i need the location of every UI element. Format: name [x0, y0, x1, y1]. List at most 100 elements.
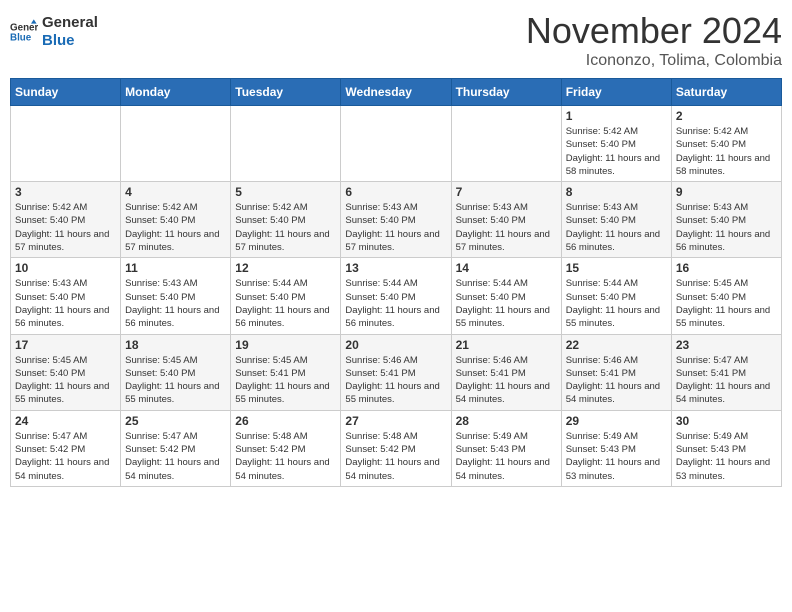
calendar-cell: 15Sunrise: 5:44 AM Sunset: 5:40 PM Dayli… — [561, 258, 671, 334]
day-detail: Sunrise: 5:43 AM Sunset: 5:40 PM Dayligh… — [15, 277, 116, 330]
day-detail: Sunrise: 5:42 AM Sunset: 5:40 PM Dayligh… — [676, 125, 777, 178]
day-detail: Sunrise: 5:44 AM Sunset: 5:40 PM Dayligh… — [345, 277, 446, 330]
day-number: 25 — [125, 414, 226, 428]
calendar-cell — [11, 106, 121, 182]
calendar-cell: 5Sunrise: 5:42 AM Sunset: 5:40 PM Daylig… — [231, 182, 341, 258]
weekday-header: Monday — [121, 79, 231, 106]
calendar-cell: 22 Sunrise: 5:46 AM Sunset: 5:41 PM Dayli… — [561, 334, 671, 410]
day-number: 14 — [456, 261, 557, 275]
logo-general: General — [42, 14, 98, 32]
svg-text:Blue: Blue — [10, 32, 32, 43]
month-title: November 2024 — [526, 10, 782, 52]
day-detail: Sunrise: 5:44 AM Sunset: 5:40 PM Dayligh… — [235, 277, 336, 330]
day-number: 30 — [676, 414, 777, 428]
calendar-cell — [341, 106, 451, 182]
location-title: Icononzo, Tolima, Colombia — [526, 52, 782, 70]
day-number: 21 — [456, 338, 557, 352]
calendar-cell: 21 Sunrise: 5:46 AM Sunset: 5:41 PM Dayli… — [451, 334, 561, 410]
day-number: 29 — [566, 414, 667, 428]
day-detail: Sunrise: 5:46 AM Sunset: 5:41 PM Dayligh… — [566, 354, 667, 407]
day-detail: Sunrise: 5:47 AM Sunset: 5:41 PM Dayligh… — [676, 354, 777, 407]
day-detail: Sunrise: 5:42 AM Sunset: 5:40 PM Dayligh… — [566, 125, 667, 178]
day-detail: Sunrise: 5:43 AM Sunset: 5:40 PM Dayligh… — [345, 201, 446, 254]
day-number: 11 — [125, 261, 226, 275]
day-number: 2 — [676, 109, 777, 123]
day-number: 8 — [566, 185, 667, 199]
calendar-cell: 28 Sunrise: 5:49 AM Sunset: 5:43 PM Dayli… — [451, 410, 561, 486]
day-number: 15 — [566, 261, 667, 275]
calendar-cell: 24 Sunrise: 5:47 AM Sunset: 5:42 PM Dayli… — [11, 410, 121, 486]
day-detail: Sunrise: 5:48 AM Sunset: 5:42 PM Dayligh… — [345, 430, 446, 483]
logo-blue: Blue — [42, 32, 98, 50]
day-detail: Sunrise: 5:47 AM Sunset: 5:42 PM Dayligh… — [15, 430, 116, 483]
day-detail: Sunrise: 5:45 AM Sunset: 5:40 PM Dayligh… — [15, 354, 116, 407]
day-number: 1 — [566, 109, 667, 123]
day-detail: Sunrise: 5:42 AM Sunset: 5:40 PM Dayligh… — [125, 201, 226, 254]
calendar-cell: 25 Sunrise: 5:47 AM Sunset: 5:42 PM Dayli… — [121, 410, 231, 486]
calendar-week-row: 24 Sunrise: 5:47 AM Sunset: 5:42 PM Dayli… — [11, 410, 782, 486]
day-detail: Sunrise: 5:43 AM Sunset: 5:40 PM Dayligh… — [566, 201, 667, 254]
title-area: November 2024 Icononzo, Tolima, Colombia — [526, 10, 782, 70]
day-number: 4 — [125, 185, 226, 199]
calendar-cell — [451, 106, 561, 182]
day-number: 13 — [345, 261, 446, 275]
logo: General Blue General Blue — [10, 14, 98, 50]
calendar-cell: 6 Sunrise: 5:43 AM Sunset: 5:40 PM Daylig… — [341, 182, 451, 258]
day-detail: Sunrise: 5:48 AM Sunset: 5:42 PM Dayligh… — [235, 430, 336, 483]
day-detail: Sunrise: 5:43 AM Sunset: 5:40 PM Dayligh… — [456, 201, 557, 254]
calendar-cell: 1 Sunrise: 5:42 AM Sunset: 5:40 PM Daylig… — [561, 106, 671, 182]
calendar-cell: 13 Sunrise: 5:44 AM Sunset: 5:40 PM Dayli… — [341, 258, 451, 334]
day-number: 20 — [345, 338, 446, 352]
day-detail: Sunrise: 5:47 AM Sunset: 5:42 PM Dayligh… — [125, 430, 226, 483]
calendar-cell: 27 Sunrise: 5:48 AM Sunset: 5:42 PM Dayli… — [341, 410, 451, 486]
day-number: 27 — [345, 414, 446, 428]
calendar-cell: 11 Sunrise: 5:43 AM Sunset: 5:40 PM Dayli… — [121, 258, 231, 334]
weekday-header: Sunday — [11, 79, 121, 106]
calendar-cell: 16Sunrise: 5:45 AM Sunset: 5:40 PM Dayli… — [671, 258, 781, 334]
day-detail: Sunrise: 5:46 AM Sunset: 5:41 PM Dayligh… — [456, 354, 557, 407]
logo-icon: General Blue — [10, 18, 38, 46]
day-detail: Sunrise: 5:49 AM Sunset: 5:43 PM Dayligh… — [456, 430, 557, 483]
calendar-cell: 30 Sunrise: 5:49 AM Sunset: 5:43 PM Dayli… — [671, 410, 781, 486]
weekday-header: Saturday — [671, 79, 781, 106]
day-number: 12 — [235, 261, 336, 275]
calendar-cell: 19 Sunrise: 5:45 AM Sunset: 5:41 PM Dayli… — [231, 334, 341, 410]
calendar-cell: 26Sunrise: 5:48 AM Sunset: 5:42 PM Dayli… — [231, 410, 341, 486]
day-detail: Sunrise: 5:43 AM Sunset: 5:40 PM Dayligh… — [125, 277, 226, 330]
day-number: 28 — [456, 414, 557, 428]
day-number: 10 — [15, 261, 116, 275]
calendar-cell: 14 Sunrise: 5:44 AM Sunset: 5:40 PM Dayli… — [451, 258, 561, 334]
calendar-cell: 17 Sunrise: 5:45 AM Sunset: 5:40 PM Dayli… — [11, 334, 121, 410]
weekday-header-row: SundayMondayTuesdayWednesdayThursdayFrid… — [11, 79, 782, 106]
calendar-cell: 18Sunrise: 5:45 AM Sunset: 5:40 PM Dayli… — [121, 334, 231, 410]
day-detail: Sunrise: 5:46 AM Sunset: 5:41 PM Dayligh… — [345, 354, 446, 407]
weekday-header: Tuesday — [231, 79, 341, 106]
calendar-week-row: 10 Sunrise: 5:43 AM Sunset: 5:40 PM Dayli… — [11, 258, 782, 334]
day-number: 17 — [15, 338, 116, 352]
day-number: 22 — [566, 338, 667, 352]
calendar-cell: 2 Sunrise: 5:42 AM Sunset: 5:40 PM Daylig… — [671, 106, 781, 182]
weekday-header: Thursday — [451, 79, 561, 106]
day-number: 23 — [676, 338, 777, 352]
weekday-header: Friday — [561, 79, 671, 106]
calendar-week-row: 17 Sunrise: 5:45 AM Sunset: 5:40 PM Dayli… — [11, 334, 782, 410]
day-number: 19 — [235, 338, 336, 352]
day-number: 18 — [125, 338, 226, 352]
day-detail: Sunrise: 5:44 AM Sunset: 5:40 PM Dayligh… — [456, 277, 557, 330]
calendar-cell: 10 Sunrise: 5:43 AM Sunset: 5:40 PM Dayli… — [11, 258, 121, 334]
calendar-cell: 12 Sunrise: 5:44 AM Sunset: 5:40 PM Dayli… — [231, 258, 341, 334]
calendar-cell: 4 Sunrise: 5:42 AM Sunset: 5:40 PM Daylig… — [121, 182, 231, 258]
day-number: 6 — [345, 185, 446, 199]
weekday-header: Wednesday — [341, 79, 451, 106]
calendar-cell: 9Sunrise: 5:43 AM Sunset: 5:40 PM Daylig… — [671, 182, 781, 258]
day-detail: Sunrise: 5:49 AM Sunset: 5:43 PM Dayligh… — [676, 430, 777, 483]
day-detail: Sunrise: 5:42 AM Sunset: 5:40 PM Dayligh… — [15, 201, 116, 254]
day-detail: Sunrise: 5:43 AM Sunset: 5:40 PM Dayligh… — [676, 201, 777, 254]
calendar-cell — [231, 106, 341, 182]
day-number: 16 — [676, 261, 777, 275]
day-detail: Sunrise: 5:45 AM Sunset: 5:41 PM Dayligh… — [235, 354, 336, 407]
day-number: 24 — [15, 414, 116, 428]
calendar-table: SundayMondayTuesdayWednesdayThursdayFrid… — [10, 78, 782, 487]
calendar-cell: 29Sunrise: 5:49 AM Sunset: 5:43 PM Dayli… — [561, 410, 671, 486]
calendar-week-row: 3Sunrise: 5:42 AM Sunset: 5:40 PM Daylig… — [11, 182, 782, 258]
